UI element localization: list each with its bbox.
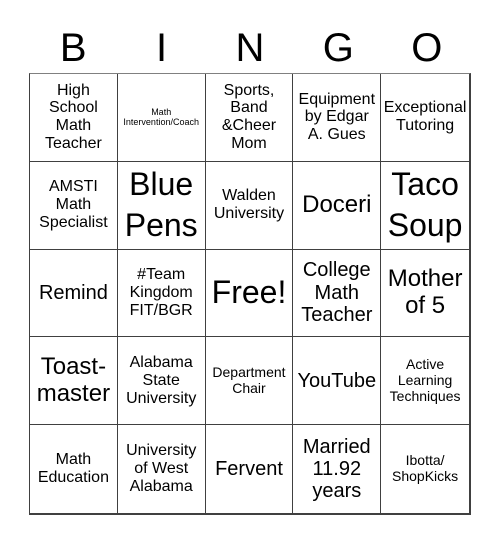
bingo-cell-g5[interactable]: Married 11.92 years (293, 425, 382, 513)
cell-label: Sports, Band &Cheer Mom (221, 81, 277, 153)
cell-label: Math Education (37, 451, 109, 487)
bingo-cell-g3[interactable]: College Math Teacher (293, 249, 382, 338)
bingo-board: High School Math Teacher Math Interventio… (29, 73, 471, 515)
cell-label: Department Chair (212, 364, 286, 396)
bingo-cell-b1[interactable]: High School Math Teacher (30, 74, 118, 162)
cell-label: Taco Soup (387, 165, 463, 244)
cell-label: Mother of 5 (387, 265, 463, 319)
cell-label: Married 11.92 years (302, 435, 371, 503)
bingo-cell-i2[interactable]: Blue Pens (117, 161, 206, 250)
bingo-cell-o4[interactable]: Active Learning Techniques (381, 337, 469, 426)
cell-label: Remind (38, 281, 108, 304)
bingo-cell-g2[interactable]: Doceri (293, 161, 382, 250)
bingo-cell-g4[interactable]: YouTube (293, 337, 382, 426)
cell-label: Alabama State University (126, 353, 197, 407)
bingo-cell-o1[interactable]: Exceptional Tutoring (381, 74, 469, 162)
bingo-cell-i4[interactable]: Alabama State University (117, 337, 206, 426)
header-letter-n: N (235, 26, 265, 70)
bingo-cell-g1[interactable]: Equipment by Edgar A. Gues (293, 74, 382, 162)
bingo-cell-o3[interactable]: Mother of 5 (381, 250, 469, 338)
cell-label: Doceri (302, 190, 372, 218)
cell-label: Ibotta/ ShopKicks (392, 452, 459, 485)
cell-label: High School Math Teacher (44, 81, 102, 153)
cell-label: Equipment by Edgar A. Gues (298, 90, 376, 144)
cell-label: Toast- master (36, 352, 111, 407)
header-letter-b: B (59, 26, 87, 70)
free-space-cell[interactable]: Free! (205, 249, 294, 338)
cell-label: College Math Teacher (301, 259, 373, 327)
bingo-cell-n2[interactable]: Walden University (205, 161, 294, 250)
cell-label: University of West Alabama (126, 442, 197, 496)
bingo-cell-b5[interactable]: Math Education (30, 425, 118, 513)
bingo-header: B I N G O (29, 22, 471, 74)
cell-label: Math Intervention/Coach (123, 107, 199, 128)
cell-label: Free! (211, 274, 287, 311)
header-letter-g: G (322, 26, 354, 70)
cell-label: Blue Pens (124, 165, 198, 244)
cell-label: #Team Kingdom FIT/BGR (129, 266, 193, 319)
header-letter-i: I (156, 26, 168, 70)
cell-label: AMSTI Math Specialist (39, 178, 108, 232)
cell-label: Exceptional Tutoring (383, 99, 467, 135)
bingo-cell-b3[interactable]: Remind (30, 249, 118, 338)
cell-label: Active Learning Techniques (389, 356, 461, 404)
cell-label: Fervent (215, 457, 283, 480)
bingo-cell-n5[interactable]: Fervent (206, 425, 294, 513)
bingo-cell-b2[interactable]: AMSTI Math Specialist (30, 161, 118, 250)
bingo-cell-n4[interactable]: Department Chair (205, 337, 294, 426)
header-letter-o: O (411, 26, 443, 70)
bingo-cell-n1[interactable]: Sports, Band &Cheer Mom (205, 74, 294, 162)
bingo-cell-o5[interactable]: Ibotta/ ShopKicks (381, 425, 469, 513)
bingo-cell-i5[interactable]: University of West Alabama (118, 425, 206, 513)
bingo-cell-o2[interactable]: Taco Soup (381, 162, 469, 250)
cell-label: Walden University (213, 187, 285, 223)
bingo-cell-i1[interactable]: Math Intervention/Coach (117, 74, 206, 162)
cell-label: YouTube (297, 369, 377, 392)
bingo-cell-b4[interactable]: Toast- master (30, 337, 118, 426)
bingo-cell-i3[interactable]: #Team Kingdom FIT/BGR (117, 249, 206, 338)
